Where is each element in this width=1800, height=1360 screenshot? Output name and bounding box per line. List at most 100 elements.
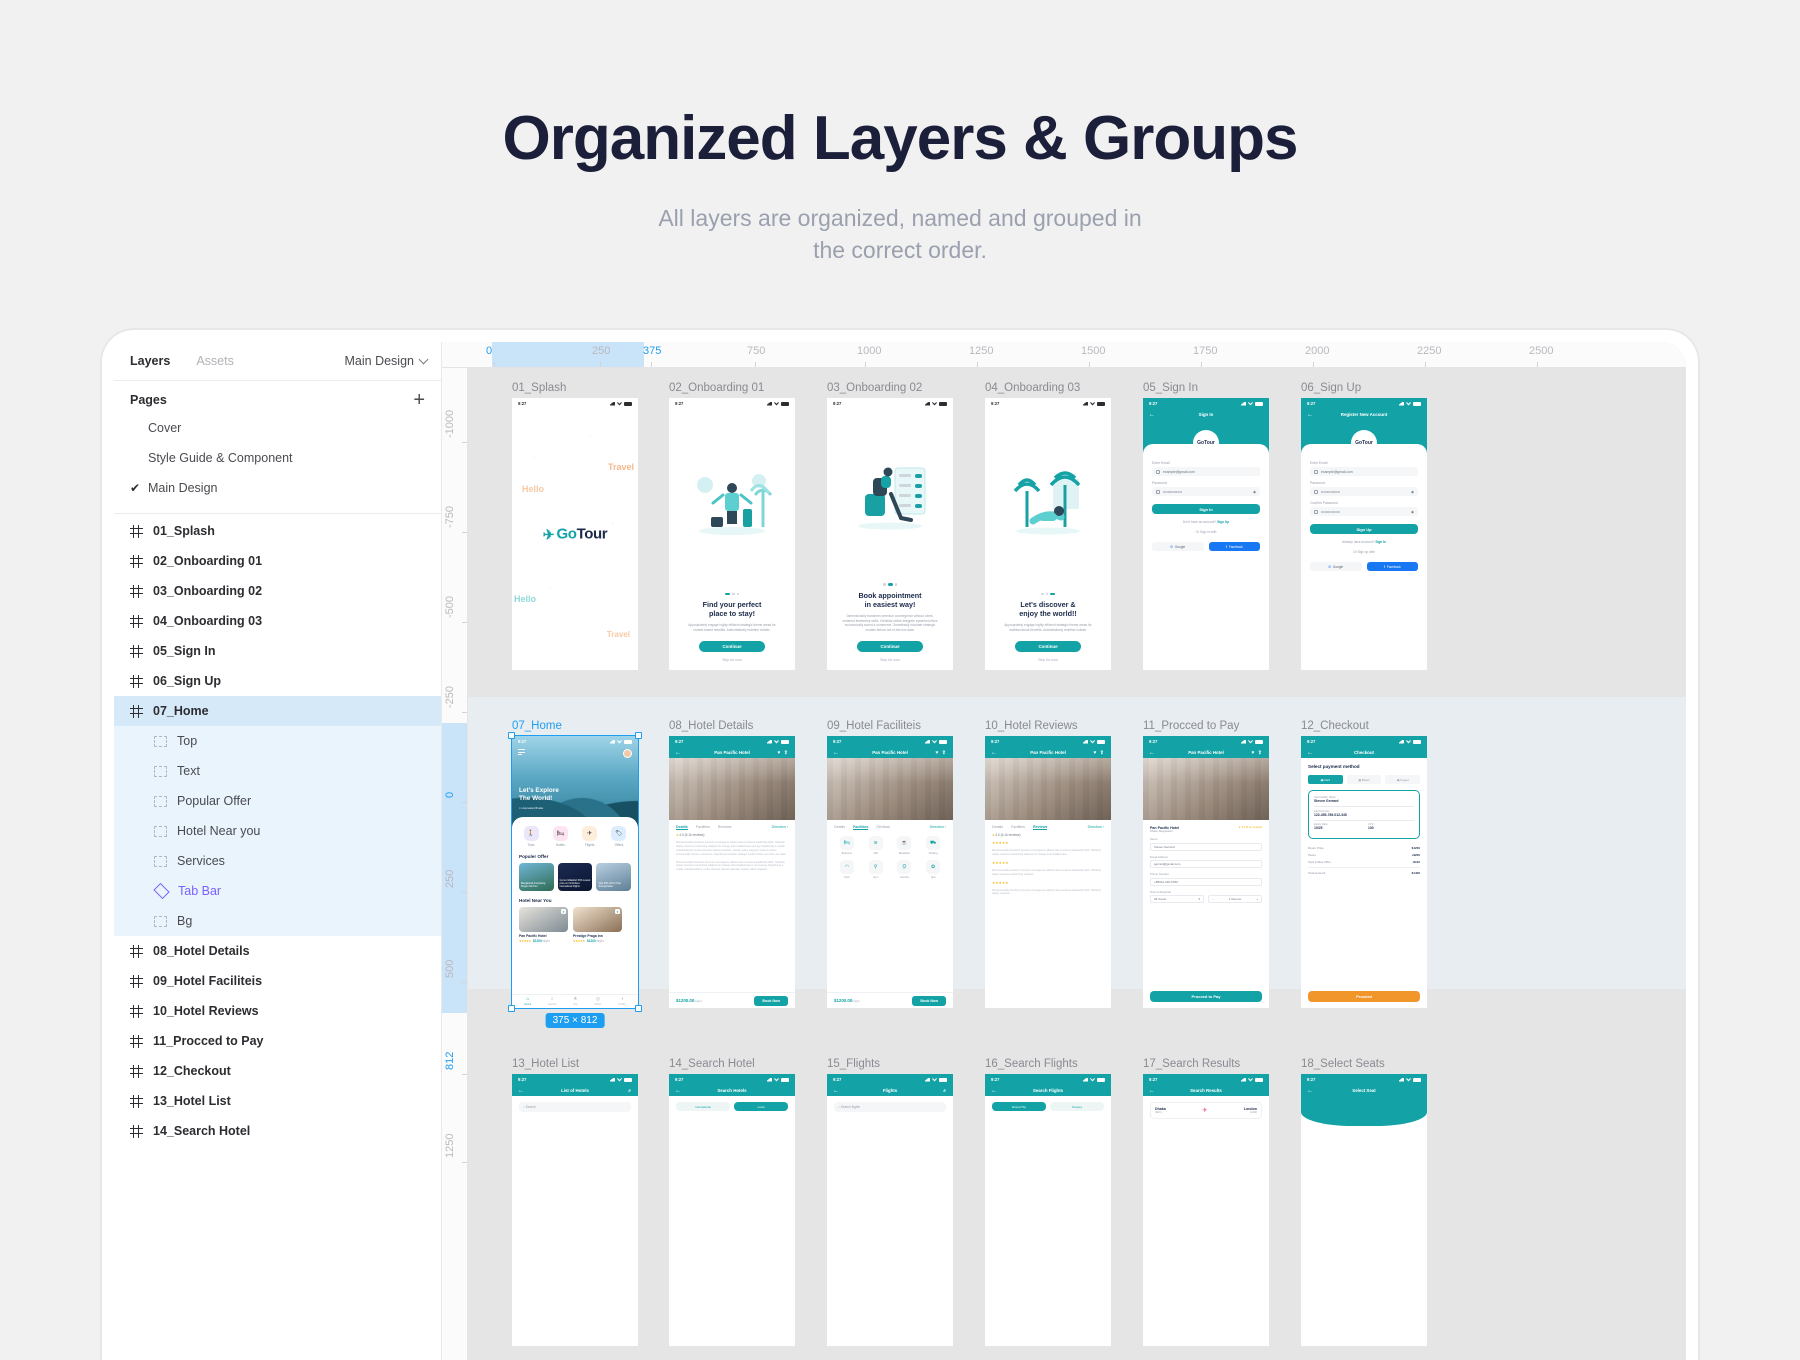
hotel-card[interactable]: ♥Pan Pacific Hotel★★★★★$1200/night: [519, 907, 568, 943]
frame-card-02-onboarding-01[interactable]: 02_Onboarding 019:27Find your perfectpla…: [669, 382, 795, 670]
plus-icon[interactable]: +: [413, 393, 425, 407]
back-arrow-icon[interactable]: ←: [833, 1088, 839, 1094]
screen-preview[interactable]: 9:27←Search ResultsDhaka(DAC)✈London(LGW…: [1143, 1074, 1269, 1346]
rooms-field[interactable]: Rooms Required06 Guest▾−1 Rooms+: [1143, 886, 1269, 904]
eye-icon[interactable]: ◉: [1253, 490, 1256, 494]
direction-link[interactable]: Direction ›: [1088, 825, 1104, 830]
confirm-password-input[interactable]: ••••••••••••••••◉: [1310, 507, 1418, 516]
detail-tab-reviews[interactable]: Reviews: [876, 825, 890, 830]
screen-preview[interactable]: 9:27←CheckoutSelect payment method▣ Card…: [1301, 736, 1427, 1008]
google-button[interactable]: GGoogle: [1152, 542, 1204, 551]
app-bar-actions[interactable]: ♥ ⇪: [1251, 750, 1263, 756]
screen-preview[interactable]: 9:27←Search HotelsInternationalLocal: [669, 1074, 795, 1346]
frame-card-01-splash[interactable]: 01_Splash9:27HelloTravelHelloTravel✈GoTo…: [512, 382, 638, 670]
eye-icon[interactable]: ◉: [1411, 490, 1414, 494]
pager-dot[interactable]: [725, 593, 730, 596]
frame-label[interactable]: 03_Onboarding 02: [827, 382, 953, 394]
frame-card-13-hotel-list[interactable]: 13_Hotel List9:27←List of Hotels⌕⌕ Searc…: [512, 1058, 638, 1346]
frame-card-16-search-flights[interactable]: 16_Search Flights9:27←Search FlightsRoun…: [985, 1058, 1111, 1346]
app-bar-actions[interactable]: ♥ ⇪: [1093, 750, 1105, 756]
payment-method-card[interactable]: ▣ Card: [1308, 775, 1343, 784]
offer-card[interactable]: Upto 50% off for Hotel Transportation: [596, 863, 631, 891]
search-input[interactable]: ⌕ Search: [519, 1102, 631, 1112]
frame-card-15-flights[interactable]: 15_Flights9:27←Flights⌕⌕ Search flights: [827, 1058, 953, 1346]
auth-alt-link[interactable]: Sign Up: [1217, 520, 1229, 524]
frame-label[interactable]: 07_Home: [512, 720, 638, 732]
frame-card-12-checkout[interactable]: 12_Checkout 9:27←CheckoutSelect payment m…: [1301, 720, 1427, 1008]
frame-label[interactable]: 18_Select Seats: [1301, 1058, 1427, 1070]
pager-dot[interactable]: [1050, 593, 1055, 596]
eye-icon[interactable]: ◉: [1411, 510, 1414, 514]
screen-preview[interactable]: 9:27←Pan Pacific Hotel♥ ⇪DeatilsFaciliti…: [985, 736, 1111, 1008]
back-arrow-icon[interactable]: ←: [991, 1088, 997, 1094]
frame-label[interactable]: 06_Sign Up: [1301, 382, 1427, 394]
email-input[interactable]: example@gmail.com: [1152, 467, 1260, 476]
favorite-icon[interactable]: ♥: [615, 909, 620, 914]
continue-button[interactable]: Continue: [1015, 641, 1081, 652]
rooms-stepper[interactable]: −1 Rooms+: [1208, 895, 1262, 903]
page-item-main-design[interactable]: ✔ Main Design: [114, 473, 441, 503]
direction-link[interactable]: Direction ›: [772, 825, 788, 830]
layer-row-14-search-hotel[interactable]: 14_Search Hotel: [114, 1116, 441, 1146]
tabbar-item-offers[interactable]: ◎Offers: [594, 997, 601, 1006]
frame-label[interactable]: 15_Flights: [827, 1058, 953, 1070]
back-arrow-icon[interactable]: ←: [1149, 412, 1155, 418]
frame-label[interactable]: 09_Hotel Faciliteis: [827, 720, 953, 732]
back-arrow-icon[interactable]: ←: [675, 750, 681, 756]
frame-card-09-hotel-faciliteis[interactable]: 09_Hotel Faciliteis9:27←Pan Pacific Hote…: [827, 720, 953, 1008]
direction-link[interactable]: Direction ›: [930, 825, 946, 830]
layer-row-02-onboarding-01[interactable]: 02_Onboarding 01: [114, 546, 441, 576]
detail-tab-reviews[interactable]: Reviews: [1033, 825, 1047, 830]
back-arrow-icon[interactable]: ←: [675, 1088, 681, 1094]
layer-row-services[interactable]: Services: [114, 846, 441, 876]
back-arrow-icon[interactable]: ←: [1307, 412, 1313, 418]
plus-icon[interactable]: +: [1256, 897, 1258, 901]
app-bar-actions[interactable]: ♥ ⇪: [935, 750, 947, 756]
frame-card-03-onboarding-02[interactable]: 03_Onboarding 029:27Book appointmentin e…: [827, 382, 953, 670]
layer-row-03-onboarding-02[interactable]: 03_Onboarding 02: [114, 576, 441, 606]
email-input[interactable]: example@gmail.com: [1310, 467, 1418, 476]
trip-tab[interactable]: Round Trip: [992, 1102, 1046, 1111]
flight-route-card[interactable]: Dhaka(DAC)✈London(LGW): [1150, 1102, 1262, 1119]
tabbar-item-top[interactable]: ★Top: [573, 997, 577, 1006]
page-item-style-guide[interactable]: Style Guide & Component: [114, 443, 441, 473]
pager-dot[interactable]: [895, 583, 898, 586]
canvas-area[interactable]: 02503757501000125015001750200022502500 -…: [442, 342, 1686, 1360]
frame-label[interactable]: 13_Hotel List: [512, 1058, 638, 1070]
page-item-cover[interactable]: Cover: [114, 413, 441, 443]
layer-row-04-onboarding-03[interactable]: 04_Onboarding 03: [114, 606, 441, 636]
hotel-card[interactable]: ♥Prestige Praga Inn★★★★★$1200/night: [573, 907, 622, 943]
frame-card-08-hotel-details[interactable]: 08_Hotel Details9:27←Pan Pacific Hotel♥ …: [669, 720, 795, 1008]
layer-row-08-hotel-details[interactable]: 08_Hotel Details: [114, 936, 441, 966]
offer-card[interactable]: Got an Inflatable! 50% Lowest price on I…: [558, 863, 593, 891]
resize-handle[interactable]: [635, 732, 642, 739]
layer-row-top[interactable]: Top: [114, 726, 441, 756]
name-field[interactable]: NameSteven Gerrard: [1143, 833, 1269, 851]
frame-label[interactable]: 10_Hotel Reviews: [985, 720, 1111, 732]
layer-row-12-checkout[interactable]: 12_Checkout: [114, 1056, 441, 1086]
frame-card-10-hotel-reviews[interactable]: 10_Hotel Reviews 9:27←Pan Pacific Hotel♥ …: [985, 720, 1111, 1008]
layer-row-11-procced-to-pay[interactable]: 11_Procced to Pay: [114, 1026, 441, 1056]
resize-handle[interactable]: [508, 732, 515, 739]
search-tab-international[interactable]: International: [676, 1102, 730, 1111]
detail-tab-facilities[interactable]: Facilities: [1011, 825, 1025, 830]
book-now-button[interactable]: Book Now: [754, 996, 788, 1006]
facebook-button[interactable]: fFacebook: [1209, 542, 1261, 551]
vertical-ruler[interactable]: -1000-750-500-25002505008121250: [442, 368, 468, 1360]
submit-button[interactable]: Sign In: [1152, 504, 1260, 514]
screen-preview[interactable]: 9:27←Pan Pacific Hotel♥ ⇪DeatilsFaciliti…: [669, 736, 795, 1008]
page-selector[interactable]: Main Design: [345, 354, 427, 368]
card-number-value[interactable]: 122-455-789-012-345: [1314, 813, 1414, 817]
pager-dot[interactable]: [737, 593, 740, 596]
back-arrow-icon[interactable]: ←: [1149, 1088, 1155, 1094]
proceed-to-pay-button[interactable]: Procced to Pay: [1150, 991, 1262, 1002]
layer-row-text[interactable]: Text: [114, 756, 441, 786]
frame-label[interactable]: 05_Sign In: [1143, 382, 1269, 394]
google-button[interactable]: GGoogle: [1310, 562, 1362, 571]
pager-dot[interactable]: [888, 583, 893, 586]
canvas-board[interactable]: 01_Splash9:27HelloTravelHelloTravel✈GoTo…: [468, 368, 1686, 1360]
search-input[interactable]: ⌕ Search flights: [834, 1102, 946, 1112]
payment-method-bkash[interactable]: ▣ Bkash: [1347, 775, 1382, 784]
screen-preview[interactable]: 9:27HelloTravelHelloTravel✈GoTour: [512, 398, 638, 670]
frame-label[interactable]: 12_Checkout: [1301, 720, 1427, 732]
